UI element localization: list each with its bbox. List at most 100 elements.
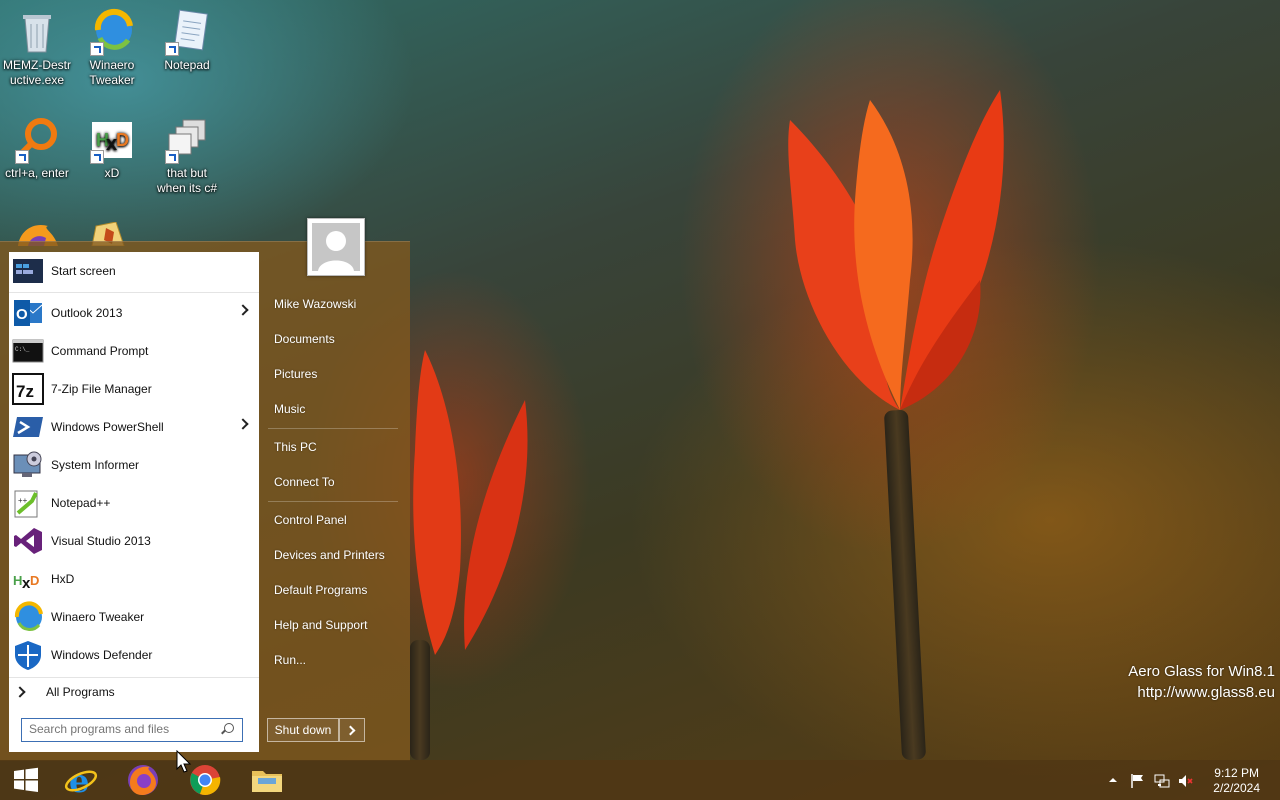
watermark-line: Aero Glass for Win8.1 <box>1128 663 1275 680</box>
program-item-windows-defender[interactable]: Windows Defender <box>9 637 259 673</box>
program-item-7zip[interactable]: 7z 7-Zip File Manager <box>9 371 259 407</box>
desktop-icon-notepad[interactable]: Notepad <box>150 8 224 73</box>
program-item-outlook[interactable]: O Outlook 2013 <box>9 295 259 331</box>
submenu-arrow-icon[interactable] <box>237 418 249 430</box>
svg-text:D: D <box>116 130 129 150</box>
start-menu: Start screen O Outlook 2013 C:\_ Command… <box>0 218 410 761</box>
notepad-icon <box>163 8 211 56</box>
taskbar-file-explorer[interactable] <box>241 760 293 800</box>
windows-defender-icon <box>12 639 44 671</box>
divider <box>9 292 259 293</box>
desktop-icon-label: Notepad <box>164 58 210 72</box>
divider <box>9 677 259 678</box>
all-programs-label: All Programs <box>46 685 115 699</box>
desktop-icon-label: MEMZ-Destr <box>3 58 71 72</box>
7zip-icon: 7z <box>12 373 44 405</box>
search-input[interactable] <box>22 719 219 739</box>
svg-text:7z: 7z <box>16 382 34 401</box>
right-item-run[interactable]: Run... <box>274 653 306 667</box>
right-item-documents[interactable]: Documents <box>274 332 335 346</box>
action-center-flag[interactable] <box>1130 773 1146 792</box>
search-box[interactable] <box>21 718 243 742</box>
visual-studio-icon <box>12 525 44 557</box>
start-screen-icon <box>12 255 44 287</box>
shortcut-arrow-icon <box>90 42 104 56</box>
windows-stack-icon <box>163 116 211 164</box>
volume-muted-icon <box>1179 775 1193 787</box>
svg-text:e: e <box>69 763 89 797</box>
desktop-icon-xd[interactable]: HxD xD <box>75 116 149 181</box>
svg-text:H: H <box>13 573 22 588</box>
aero-glass-watermark: Aero Glass for Win8.1 http://www.glass8.… <box>1128 661 1275 703</box>
show-hidden-icons-button[interactable] <box>1108 773 1118 790</box>
program-label: Windows PowerShell <box>51 420 164 434</box>
right-item-devices-and-printers[interactable]: Devices and Printers <box>274 548 385 562</box>
submenu-arrow-icon[interactable] <box>237 304 249 316</box>
program-item-start-screen[interactable]: Start screen <box>9 253 259 289</box>
network-icon <box>1154 774 1170 788</box>
program-label: Winaero Tweaker <box>51 610 145 624</box>
taskbar: e 9:12 PM 2/2/2024 <box>0 760 1280 800</box>
program-item-notepad-plus-plus[interactable]: ++ Notepad++ <box>9 485 259 521</box>
taskbar-internet-explorer[interactable]: e <box>55 760 107 800</box>
desktop-icon-winaero[interactable]: Winaero Tweaker <box>75 8 149 88</box>
chevron-right-icon <box>14 686 26 698</box>
taskbar-clock[interactable]: 9:12 PM 2/2/2024 <box>1213 766 1260 796</box>
right-item-control-panel[interactable]: Control Panel <box>274 513 347 527</box>
shutdown-button[interactable]: Shut down <box>267 718 339 742</box>
taskbar-firefox[interactable] <box>117 760 169 800</box>
desktop-icon-memz[interactable]: MEMZ-Destr uctive.exe <box>0 8 74 88</box>
file-explorer-icon <box>252 771 282 792</box>
right-item-default-programs[interactable]: Default Programs <box>274 583 367 597</box>
notepad-plus-plus-icon: ++ <box>12 487 44 519</box>
windows-logo-icon <box>14 767 38 792</box>
search-icon[interactable] <box>224 723 234 733</box>
right-item-this-pc[interactable]: This PC <box>274 440 317 454</box>
desktop-icon-that-but-when-its-csharp[interactable]: that but when its c# <box>150 116 224 196</box>
desktop-icon-ctrl-a-enter[interactable]: ctrl+a, enter <box>0 116 74 181</box>
user-silhouette-icon <box>308 219 364 275</box>
mouse-cursor-icon <box>176 750 192 773</box>
recycle-bin-icon <box>13 8 61 56</box>
desktop-icon-label: that but <box>166 166 208 180</box>
program-item-system-informer[interactable]: System Informer <box>9 447 259 483</box>
program-label: Command Prompt <box>51 344 149 358</box>
right-item-connect-to[interactable]: Connect To <box>274 475 335 489</box>
program-item-hxd[interactable]: HxD HxD <box>9 561 259 597</box>
right-item-help-and-support[interactable]: Help and Support <box>274 618 367 632</box>
shortcut-arrow-icon <box>90 150 104 164</box>
system-informer-icon <box>12 449 44 481</box>
svg-text:++: ++ <box>18 496 28 505</box>
program-label: Windows Defender <box>51 648 153 662</box>
program-item-winaero-tweaker[interactable]: Winaero Tweaker <box>9 599 259 635</box>
tulip-stem <box>883 409 927 761</box>
shutdown-options-button[interactable] <box>339 718 365 742</box>
right-item-user[interactable]: Mike Wazowski <box>274 297 356 311</box>
user-avatar[interactable] <box>307 218 365 276</box>
firefox-icon <box>128 765 158 795</box>
program-label: Start screen <box>51 264 116 278</box>
desktop-icon-label: ctrl+a, enter <box>5 166 69 180</box>
clock-time: 9:12 PM <box>1214 766 1259 780</box>
chrome-icon <box>190 765 221 795</box>
program-item-powershell[interactable]: Windows PowerShell <box>9 409 259 445</box>
svg-text:C:\_: C:\_ <box>15 346 30 353</box>
start-button[interactable] <box>0 760 52 800</box>
hxd-icon: HxD <box>88 116 136 164</box>
right-item-music[interactable]: Music <box>274 402 305 416</box>
internet-explorer-icon: e <box>64 763 98 797</box>
right-item-pictures[interactable]: Pictures <box>274 367 317 381</box>
program-item-visual-studio[interactable]: Visual Studio 2013 <box>9 523 259 559</box>
program-item-command-prompt[interactable]: C:\_ Command Prompt <box>9 333 259 369</box>
start-menu-program-list: Start screen O Outlook 2013 C:\_ Command… <box>9 252 259 752</box>
volume-control[interactable] <box>1178 773 1194 792</box>
program-label: Visual Studio 2013 <box>51 534 151 548</box>
all-programs-button[interactable]: All Programs <box>9 680 259 704</box>
desktop-icon-label: xD <box>104 166 120 180</box>
network-status[interactable] <box>1154 773 1170 792</box>
program-label: Notepad++ <box>51 496 111 510</box>
program-label: System Informer <box>51 458 140 472</box>
svg-text:D: D <box>30 573 39 588</box>
chevron-up-icon <box>1109 778 1117 782</box>
powershell-icon <box>12 411 44 443</box>
